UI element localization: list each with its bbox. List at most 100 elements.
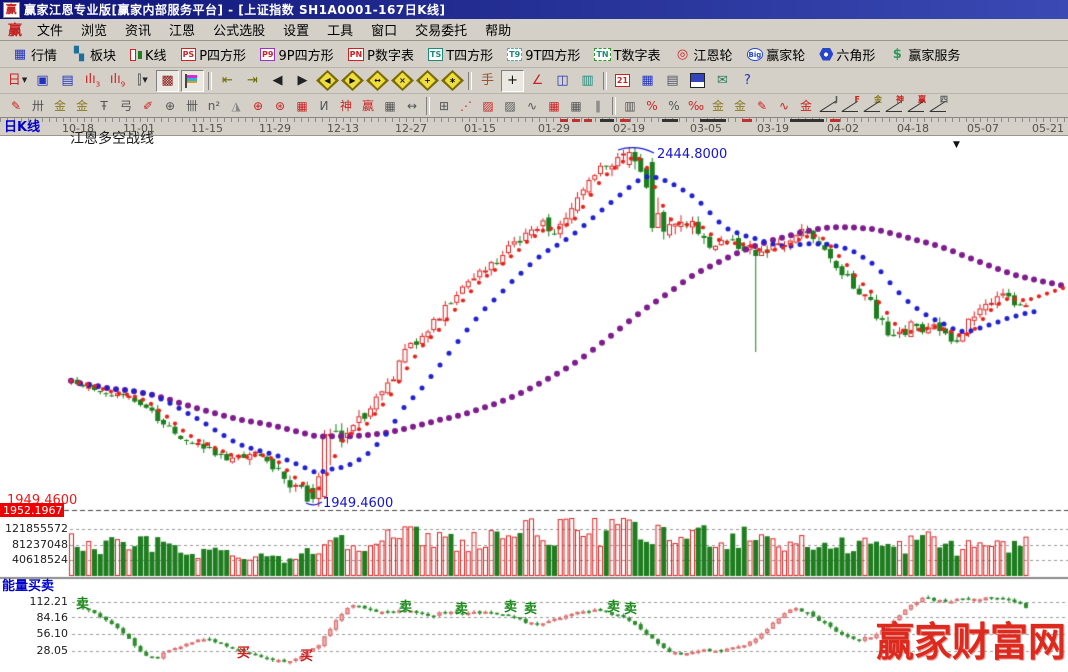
t-number-table-button[interactable]: TNT数字表 [588,43,666,66]
chevron-down-icon[interactable]: ▼ [953,141,960,150]
first-page-button[interactable]: ⇤ [216,70,239,92]
window-layout-button[interactable]: ▣ [31,70,54,92]
step-back-button[interactable]: ◀ [266,70,289,92]
t-square-button[interactable]: TST四方形 [422,43,499,66]
compress-chart-button[interactable]: × [391,70,414,91]
wave-tool-button[interactable]: ∿ [773,95,795,116]
gauge-tool-button[interactable]: ▥ [619,95,641,116]
fib-ladder-button[interactable]: Ŧ [93,95,115,116]
draw-pen-button[interactable]: ✎ [5,95,27,116]
p-number-table-button[interactable]: PNP数字表 [342,43,420,66]
mdi-child-icon[interactable]: 赢 [2,20,28,40]
save-button[interactable] [686,70,709,92]
9p-square-button[interactable]: P99P四方形 [254,43,340,66]
spiral-tool-button[interactable]: 弓 [115,95,137,116]
shift-right-button[interactable]: ▶ [341,70,364,91]
system-help-button[interactable]: ? [736,70,759,92]
gold-ladder-1-button[interactable]: 金 [49,95,71,116]
period-daily-button[interactable]: 日▼ [6,70,29,92]
cycle-ruler-button[interactable]: ⊕ [159,95,181,116]
export-web-button[interactable]: ✉ [711,70,734,92]
pattern-window-button[interactable]: ▩ [156,70,179,92]
gold-circle-button[interactable]: 金 [707,95,729,116]
title-bar[interactable]: 赢 赢家江恩专业版[赢家内部服务平台] - [上证指数 SH1A0001-167… [0,0,1068,19]
calculator-button[interactable]: ▦ [636,70,659,92]
winner-wheel-button[interactable]: Big赢家轮 [741,43,812,66]
hand-tool-button[interactable]: 手 [476,70,499,92]
bars-9-button[interactable]: ılı9 [106,70,129,92]
circle-cross-button[interactable]: ⊕ [247,95,269,116]
red-grid-3-button[interactable]: ▦ [543,95,565,116]
flower-cycle-button[interactable]: ⊛ [269,95,291,116]
expand-chart-button[interactable]: + [416,70,439,91]
menu-item-6[interactable]: 设置 [274,19,318,40]
gold-lines-button[interactable]: 金 [729,95,751,116]
swing-tool-button[interactable]: И [313,95,335,116]
date-tick-label: 02-19 [613,122,645,135]
notes-button[interactable]: ▤ [661,70,684,92]
percent-button[interactable]: % [663,95,685,116]
zigzag-tool-button[interactable]: ∿ [521,95,543,116]
menu-item-8[interactable]: 窗口 [362,19,406,40]
angle-gold-button[interactable]: 金 [861,95,883,116]
stretch-horizontal-button[interactable]: ↔ [366,70,389,91]
parallel-lines-button[interactable]: ∥ [587,95,609,116]
angle-measure-tool-button[interactable]: ∠ [526,70,549,92]
percent-red-button[interactable]: % [641,95,663,116]
shift-left-button[interactable]: ◀ [316,70,339,91]
gann-wheel-button[interactable]: ◎江恩轮 [669,43,739,66]
win-ladder-button[interactable]: 赢 [357,95,379,116]
plain-ladder-button[interactable]: 卌 [181,95,203,116]
date-axis-strip[interactable]: 10-1811-0111-1511-2912-1312-2701-1501-29… [0,118,1068,136]
kline-button[interactable]: K线 [124,43,173,66]
step-forward-button[interactable]: ▶ [291,70,314,92]
info-panel-button[interactable]: ▤ [56,70,79,92]
calendar-button[interactable]: 21 [611,70,634,92]
fit-chart-button[interactable]: ∗ [441,70,464,91]
pattern-match-tool-icon: ▥ [581,74,593,87]
p-square-button[interactable]: PSP四方形 [175,43,252,66]
grid-123-button[interactable]: ▦ [379,95,401,116]
gold-ladder-2-button[interactable]: 金 [71,95,93,116]
box-tool-button[interactable]: ⊞ [433,95,455,116]
grid-2-button[interactable]: ▨ [499,95,521,116]
grid-4-button[interactable]: ▦ [565,95,587,116]
bars-3-button[interactable]: ılı3 [81,70,104,92]
angle-shen-button[interactable]: 神 [883,95,905,116]
grid-target-button[interactable]: ▦ [291,95,313,116]
angle-four-button[interactable]: 四 [927,95,949,116]
menu-item-5[interactable]: 公式选股 [204,19,274,40]
pattern-match-tool-button[interactable]: ▥ [576,70,599,92]
menu-item-1[interactable]: 文件 [28,19,72,40]
cone-tool-button[interactable]: ◮ [225,95,247,116]
menu-item-10[interactable]: 帮助 [476,19,520,40]
menu-item-4[interactable]: 江恩 [160,19,204,40]
crosshair-tool-button[interactable]: + [501,70,524,92]
winner-service-button[interactable]: $赢家服务 [883,43,966,66]
mark-pen-button[interactable]: ✐ [137,95,159,116]
gold-red-button[interactable]: 金 [795,95,817,116]
square-ruler-button[interactable]: n² [203,95,225,116]
quotes-button[interactable]: ▦行情 [6,43,63,66]
gann-ladder-button[interactable]: 卅 [27,95,49,116]
menu-item-7[interactable]: 工具 [318,19,362,40]
angle-f-button[interactable]: F [839,95,861,116]
last-page-button[interactable]: ⇥ [241,70,264,92]
menu-item-2[interactable]: 浏览 [72,19,116,40]
red-grid-1-button[interactable]: ▨ [477,95,499,116]
shen-ladder-button[interactable]: 神 [335,95,357,116]
9t-square-button[interactable]: T99T四方形 [501,43,586,66]
pen-candle-button[interactable]: ✎ [751,95,773,116]
region-select-tool-button[interactable]: ◫ [551,70,574,92]
angle-j-button[interactable]: J [817,95,839,116]
signal-flag-button[interactable] [181,70,204,92]
sectors-button[interactable]: ▚板块 [65,43,122,66]
width-arrow-button[interactable]: ↔ [401,95,423,116]
hexagon-button[interactable]: 六角形 [813,43,881,66]
menu-item-9[interactable]: 交易委托 [406,19,476,40]
candle-style-button[interactable]: ⫿▼ [131,70,154,92]
menu-item-3[interactable]: 资讯 [116,19,160,40]
angle-win-button[interactable]: 赢 [905,95,927,116]
ray-fan-button[interactable]: ⋰ [455,95,477,116]
permille-button[interactable]: ‰ [685,95,707,116]
